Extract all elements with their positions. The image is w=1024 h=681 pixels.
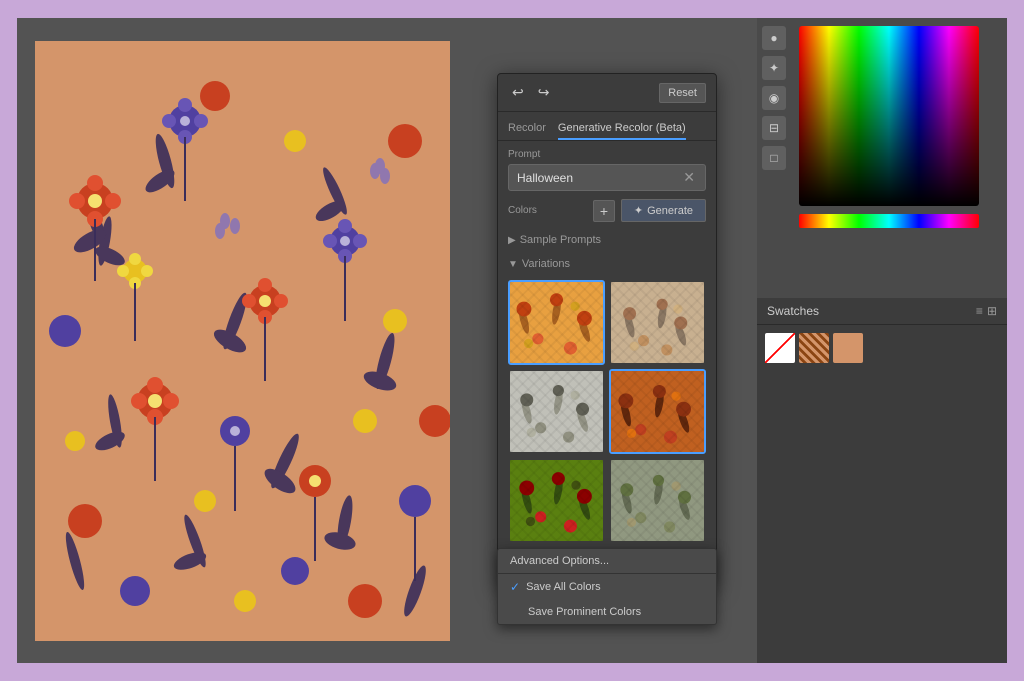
generate-label: Generate: [647, 205, 693, 217]
tool-layers-icon[interactable]: ⊟: [762, 116, 786, 140]
prompt-label: Prompt: [508, 149, 706, 160]
color-picker-section: ● ✦ ◉ ⊟ □: [757, 18, 1007, 298]
right-panel: ● ✦ ◉ ⊟ □ Swatches ≡ ⊞: [757, 18, 1007, 663]
variations-label: Variations: [522, 258, 570, 270]
color-gradient-area: [791, 18, 1007, 298]
check-icon: ✓: [510, 580, 520, 594]
swatches-header: Swatches ≡ ⊞: [757, 298, 1007, 325]
swatches-list-view-button[interactable]: ≡: [976, 304, 983, 318]
tool-circle-icon[interactable]: ●: [762, 26, 786, 50]
floral-pattern-svg: [35, 41, 450, 641]
swatches-content: [757, 325, 1007, 371]
advanced-options-label: Advanced Options...: [510, 555, 609, 567]
colors-row: Colors + ✦ Generate: [508, 199, 706, 222]
variations-section: ▼ Variations: [508, 254, 706, 543]
undo-button[interactable]: ↩: [508, 82, 528, 103]
tool-square-icon[interactable]: □: [762, 146, 786, 170]
tab-recolor[interactable]: Recolor: [508, 118, 546, 140]
recolor-dialog: ↩ ↪ Reset Recolor Generative Recolor (Be…: [497, 73, 717, 587]
main-container: ↩ ↪ Reset Recolor Generative Recolor (Be…: [17, 18, 1007, 663]
variation-6[interactable]: [609, 458, 706, 543]
hue-bar[interactable]: [799, 214, 979, 228]
dialog-tabs: Recolor Generative Recolor (Beta): [498, 112, 716, 141]
clear-prompt-button[interactable]: ✕: [681, 169, 697, 186]
tool-star-icon[interactable]: ✦: [762, 56, 786, 80]
save-prominent-colors-label: Save Prominent Colors: [528, 606, 641, 618]
tool-sidebar: ● ✦ ◉ ⊟ □: [757, 18, 791, 298]
reset-button[interactable]: Reset: [659, 83, 706, 103]
variations-grid: [508, 280, 706, 543]
prompt-input-row: ✕: [508, 164, 706, 191]
variation-1[interactable]: [508, 280, 605, 365]
swatch-orange[interactable]: [833, 333, 863, 363]
variation-3[interactable]: [508, 369, 605, 454]
tab-generative-recolor[interactable]: Generative Recolor (Beta): [558, 118, 686, 140]
dialog-toolbar: ↩ ↪ Reset: [498, 74, 716, 112]
dropdown-advanced-options[interactable]: Advanced Options...: [498, 549, 716, 574]
save-all-colors-label: Save All Colors: [526, 581, 601, 593]
generate-icon: ✦: [634, 204, 643, 217]
prompt-input[interactable]: [517, 171, 681, 185]
sample-prompts-label: Sample Prompts: [520, 234, 601, 246]
sample-prompts-arrow: ▶: [508, 235, 516, 246]
swatches-panel: Swatches ≡ ⊞: [757, 298, 1007, 663]
dropdown-save-prominent-colors[interactable]: Save Prominent Colors: [498, 600, 716, 624]
swatches-grid-view-button[interactable]: ⊞: [987, 304, 997, 318]
dropdown-save-all-colors[interactable]: ✓ Save All Colors: [498, 574, 716, 600]
color-gradient-block[interactable]: [799, 26, 979, 206]
tool-globe-icon[interactable]: ◉: [762, 86, 786, 110]
variation-5[interactable]: [508, 458, 605, 543]
dialog-body: Prompt ✕ Colors + ✦ Generate: [498, 141, 716, 551]
artwork-canvas: [35, 41, 450, 641]
variations-header[interactable]: ▼ Variations: [508, 254, 706, 274]
generate-button[interactable]: ✦ Generate: [621, 199, 706, 222]
variation-2[interactable]: [609, 280, 706, 365]
colors-label: Colors: [508, 205, 537, 216]
swatch-none[interactable]: [765, 333, 795, 363]
canvas-area: [17, 18, 467, 663]
swatches-title: Swatches: [767, 304, 819, 318]
dropdown-menu: Advanced Options... ✓ Save All Colors Sa…: [497, 548, 717, 625]
variations-arrow: ▼: [508, 259, 518, 270]
middle-panel: ↩ ↪ Reset Recolor Generative Recolor (Be…: [467, 18, 757, 663]
sample-prompts-header[interactable]: ▶ Sample Prompts: [508, 230, 706, 250]
swatches-actions: ≡ ⊞: [976, 304, 997, 318]
add-color-button[interactable]: +: [593, 200, 615, 222]
variation-4[interactable]: [609, 369, 706, 454]
swatch-pattern[interactable]: [799, 333, 829, 363]
redo-button[interactable]: ↪: [534, 82, 554, 103]
